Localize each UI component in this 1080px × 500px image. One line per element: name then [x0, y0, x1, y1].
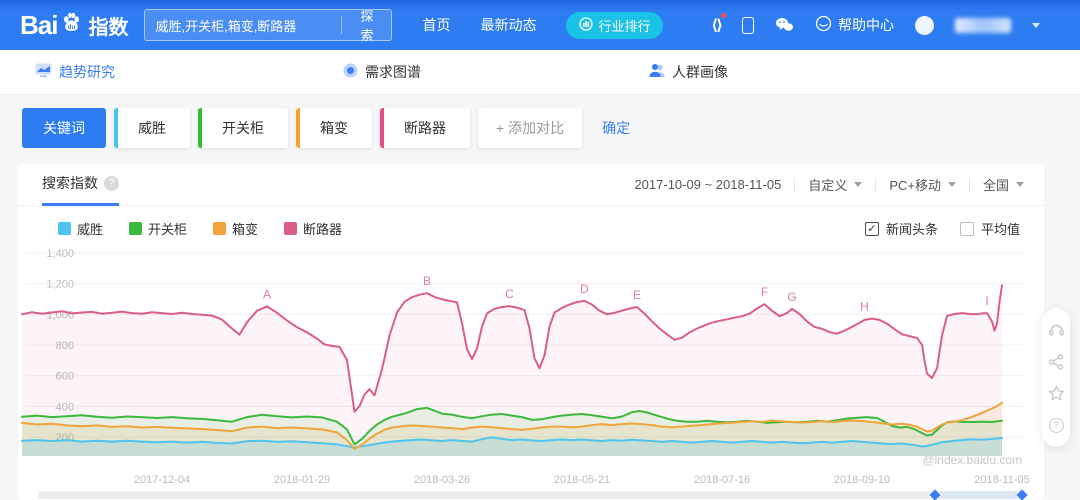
tab-demand-graph-label: 需求图谱: [365, 62, 421, 82]
checkbox-box: [865, 222, 879, 236]
legend-swatch: [284, 222, 297, 235]
datazoom-track[interactable]: [38, 491, 1026, 499]
y-axis-label: 1,400: [46, 248, 74, 260]
tab-audience-profile[interactable]: 人群画像: [649, 62, 728, 82]
event-marker-G[interactable]: G: [787, 290, 796, 304]
navbar-right-group: ⟨⟩ 帮助中心: [711, 15, 1040, 35]
tab-demand-graph[interactable]: 需求图谱: [343, 62, 421, 82]
search-input[interactable]: [145, 18, 341, 33]
developer-api-icon[interactable]: ⟨⟩: [711, 16, 721, 34]
dropdown-custom-range[interactable]: 自定义: [808, 175, 862, 194]
industry-rank-label: 行业排行: [598, 16, 650, 35]
confirm-button[interactable]: 确定: [602, 118, 630, 138]
baidu-index-logo[interactable]: Bai du 指数: [20, 10, 128, 41]
tab-audience-profile-label: 人群画像: [672, 62, 728, 82]
share-icon[interactable]: [1048, 353, 1065, 370]
favorite-star-icon[interactable]: [1048, 385, 1065, 402]
dropdown-device[interactable]: PC+移动: [889, 175, 956, 194]
feedback-headset-icon[interactable]: [1048, 321, 1065, 338]
x-axis-label: 2018-07-16: [694, 474, 750, 486]
event-marker-D[interactable]: D: [580, 282, 589, 296]
event-marker-B[interactable]: B: [423, 274, 431, 288]
logo-text-bai: Bai: [20, 10, 57, 41]
legend-item-duanluqi[interactable]: 断路器: [284, 219, 342, 238]
search-box: 探索: [144, 9, 392, 41]
tab-search-index[interactable]: 搜索指数 ?: [42, 164, 119, 206]
nav-latest-news-link[interactable]: 最新动态: [480, 15, 536, 35]
legend-swatch: [213, 222, 226, 235]
keyword-label-button[interactable]: 关键词: [22, 108, 106, 148]
checkbox-average[interactable]: 平均值: [960, 219, 1020, 238]
notification-dot: [721, 13, 726, 18]
event-marker-A[interactable]: A: [263, 287, 271, 301]
keyword-color-strip: [114, 108, 118, 148]
chevron-down-icon: [854, 182, 862, 187]
tab-trend-research[interactable]: 趋势研究: [35, 62, 115, 82]
x-axis-label: 2018-03-26: [414, 474, 470, 486]
rank-icon: [579, 17, 593, 34]
date-range-value[interactable]: 2017-10-09 ~ 2018-11-05: [634, 177, 781, 192]
chevron-down-icon: [1016, 182, 1024, 187]
baidu-paw-icon: du: [59, 10, 84, 40]
user-name-blurred[interactable]: [955, 18, 1011, 33]
help-center-label: 帮助中心: [838, 15, 894, 35]
x-axis-label: 2018-01-29: [274, 474, 330, 486]
checkbox-box: [960, 222, 974, 236]
datazoom-selection[interactable]: [935, 491, 1022, 499]
svg-text:du: du: [68, 24, 76, 31]
explore-button[interactable]: 探索: [342, 6, 391, 44]
logo-text-suffix: 指数: [88, 11, 128, 40]
legend-item-xiangbian[interactable]: 箱变: [213, 219, 258, 238]
keyword-card-duanluqi[interactable]: 断路器: [380, 108, 470, 148]
side-toolbar: ?: [1042, 308, 1070, 447]
keyword-color-strip: [380, 108, 384, 148]
event-marker-E[interactable]: E: [633, 288, 641, 302]
tab-trend-research-label: 趋势研究: [59, 62, 115, 82]
x-axis-label: 2017-12-04: [134, 474, 190, 486]
legend-item-weisheng[interactable]: 威胜: [58, 219, 103, 238]
nav-home-link[interactable]: 首页: [422, 15, 450, 35]
legend-swatch: [129, 222, 142, 235]
dropdown-region[interactable]: 全国: [983, 175, 1024, 194]
legend-row: 威胜 开关柜 箱变 断路器 新闻头条 平均值: [18, 206, 1044, 238]
search-index-panel: 搜索指数 ? 2017-10-09 ~ 2018-11-05 自定义 PC+移动…: [18, 164, 1044, 500]
industry-rank-button[interactable]: 行业排行: [566, 12, 663, 39]
event-marker-F[interactable]: F: [761, 285, 768, 299]
mobile-app-icon[interactable]: [742, 17, 754, 34]
sub-navbar: 趋势研究 需求图谱 人群画像: [0, 50, 1080, 95]
wechat-icon[interactable]: [775, 17, 794, 33]
x-axis-label: 2018-09-10: [834, 474, 890, 486]
keyword-color-strip: [198, 108, 202, 148]
person-icon: [649, 63, 665, 81]
watermark: @index.baidu.com: [922, 453, 1022, 467]
event-marker-H[interactable]: H: [860, 300, 869, 314]
x-axis-label: 2018-11-05: [974, 474, 1029, 486]
keyword-card-xiangbian[interactable]: 箱变: [296, 108, 372, 148]
chart-controls: 2017-10-09 ~ 2018-11-05 自定义 PC+移动 全国: [634, 175, 1024, 194]
help-icon: [815, 15, 832, 35]
event-marker-C[interactable]: C: [505, 287, 514, 301]
event-marker-I[interactable]: I: [985, 294, 988, 308]
legend-item-kaiguangui[interactable]: 开关柜: [129, 219, 187, 238]
radar-dot-icon: [343, 63, 358, 81]
keyword-card-weisheng[interactable]: 威胜: [114, 108, 190, 148]
checkbox-news-headlines[interactable]: 新闻头条: [865, 219, 938, 238]
legend-swatch: [58, 222, 71, 235]
trend-chart-icon: [35, 63, 52, 81]
x-axis-label: 2018-05-21: [554, 474, 610, 486]
chevron-down-icon: [948, 182, 956, 187]
panel-header: 搜索指数 ? 2017-10-09 ~ 2018-11-05 自定义 PC+移动…: [18, 164, 1044, 206]
user-menu-caret[interactable]: [1032, 23, 1040, 28]
keyword-color-strip: [296, 108, 300, 148]
help-center-link[interactable]: 帮助中心: [815, 15, 894, 35]
y-axis-label: 1,200: [46, 279, 74, 291]
keyword-bar: 关键词 威胜 开关柜 箱变 断路器 + 添加对比 确定: [0, 95, 1080, 148]
keyword-card-kaiguangui[interactable]: 开关柜: [198, 108, 288, 148]
add-compare-button[interactable]: + 添加对比: [478, 108, 582, 148]
help-question-icon[interactable]: ?: [1048, 417, 1065, 434]
search-index-line-chart[interactable]: 2004006008001,0001,2001,400ABCDEFGHI2017…: [18, 240, 1044, 500]
tooltip-question-icon[interactable]: ?: [104, 176, 119, 191]
avatar[interactable]: [915, 16, 934, 35]
top-navbar: Bai du 指数 探索 首页 最新动态 行业排行: [0, 0, 1080, 50]
